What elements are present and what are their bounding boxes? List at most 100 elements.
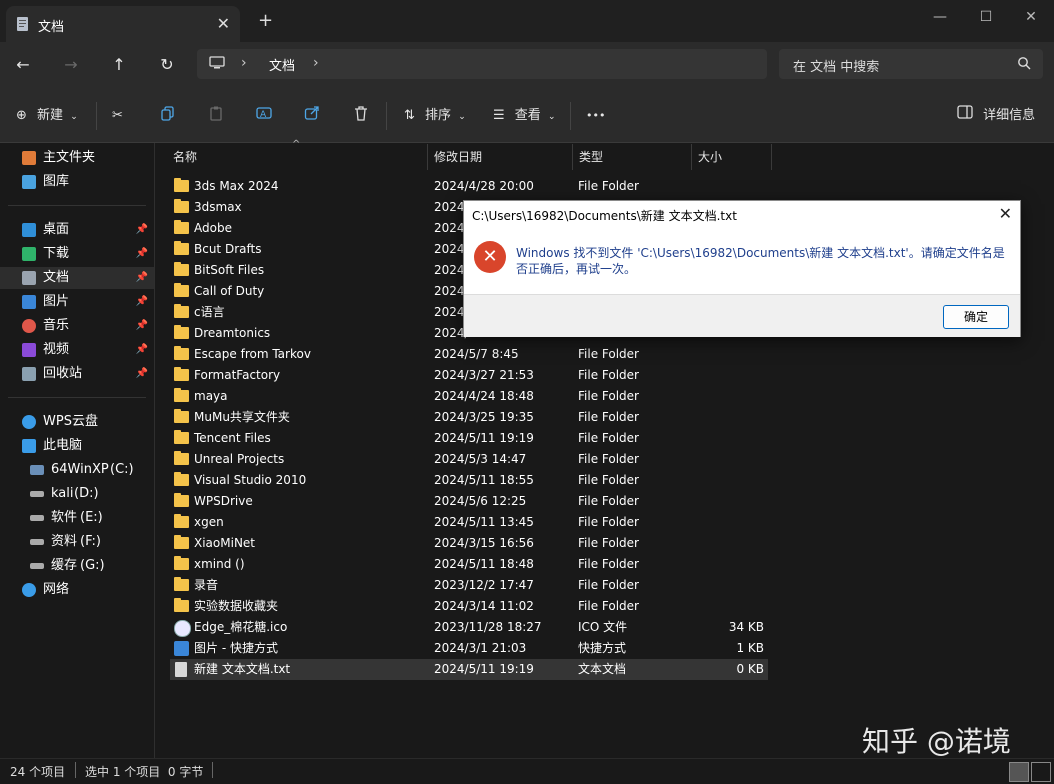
- sidebar-item-this-pc[interactable]: 此电脑: [0, 435, 154, 457]
- file-row[interactable]: 3ds Max 2024 2024/4/28 20:00 File Folder: [170, 176, 768, 197]
- new-tab-button[interactable]: +: [258, 12, 273, 30]
- toolbar-divider: [570, 102, 571, 130]
- file-row[interactable]: maya 2024/4/24 18:48 File Folder: [170, 386, 768, 407]
- file-date: 2024/4/28 20:00: [434, 179, 534, 193]
- back-arrow-icon[interactable]: ←: [10, 52, 36, 78]
- search-box[interactable]: 在 文档 中搜索: [779, 49, 1043, 79]
- file-row[interactable]: WPSDrive 2024/5/6 12:25 File Folder: [170, 491, 768, 512]
- sidebar-item-desktop[interactable]: 桌面 📌: [0, 219, 154, 241]
- window-close-button[interactable]: ✕: [1008, 6, 1054, 28]
- details-pane-button[interactable]: 详细信息: [957, 105, 1035, 127]
- tab-documents[interactable]: 文档 ✕: [6, 6, 240, 42]
- cut-icon[interactable]: ✂: [112, 105, 123, 127]
- file-row[interactable]: Unreal Projects 2024/5/3 14:47 File Folder: [170, 449, 768, 470]
- sidebar-item-wps-cloud[interactable]: WPS云盘: [0, 411, 154, 433]
- recycle-bin-icon: [22, 367, 36, 381]
- file-row[interactable]: Edge_棉花糖.ico 2023/11/28 18:27 ICO 文件 34 KB: [170, 617, 768, 638]
- refresh-icon[interactable]: ↻: [154, 52, 180, 78]
- folder-icon: [174, 304, 189, 318]
- sidebar-item-music[interactable]: 音乐 📌: [0, 315, 154, 337]
- large-icons-view-icon[interactable]: [1031, 762, 1051, 782]
- column-header-size[interactable]: 大小: [698, 146, 722, 168]
- sidebar-item-drive-g[interactable]: 缓存 (G:): [0, 555, 154, 577]
- maximize-button[interactable]: ☐: [963, 6, 1009, 28]
- details-view-icon[interactable]: [1009, 762, 1029, 782]
- sidebar-item-recycle-bin[interactable]: 回收站 📌: [0, 363, 154, 385]
- file-name: Unreal Projects: [194, 452, 285, 466]
- file-row[interactable]: 图片 - 快捷方式 2024/3/1 21:03 快捷方式 1 KB: [170, 638, 768, 659]
- file-name: 3dsmax: [194, 200, 242, 214]
- breadcrumb-documents[interactable]: 文档: [269, 55, 295, 74]
- file-row[interactable]: MuMu共享文件夹 2024/3/25 19:35 File Folder: [170, 407, 768, 428]
- file-name: xgen: [194, 515, 224, 529]
- sidebar-item-home[interactable]: 主文件夹: [0, 147, 154, 169]
- file-name: maya: [194, 389, 228, 403]
- column-divider[interactable]: [427, 144, 428, 170]
- item-count: 24 个项目: [10, 765, 66, 779]
- sidebar-item-drive-e[interactable]: 软件 (E:): [0, 507, 154, 529]
- video-icon: [22, 343, 36, 357]
- toolbar-divider: [386, 102, 387, 130]
- sidebar-item-drive-d[interactable]: kali (D:): [0, 483, 154, 505]
- file-date: 2024/3/25 19:35: [434, 410, 534, 424]
- search-input[interactable]: 在 文档 中搜索: [793, 56, 879, 75]
- file-row[interactable]: 录音 2023/12/2 17:47 File Folder: [170, 575, 768, 596]
- pin-icon: 📌: [135, 320, 148, 331]
- sidebar-item-drive-c[interactable]: 64WinXP (C:): [0, 459, 154, 481]
- share-icon[interactable]: [304, 105, 320, 127]
- file-row[interactable]: Visual Studio 2010 2024/5/11 18:55 File Fo…: [170, 470, 768, 491]
- sidebar-item-pictures[interactable]: 图片 📌: [0, 291, 154, 313]
- file-row[interactable]: XiaoMiNet 2024/3/15 16:56 File Folder: [170, 533, 768, 554]
- column-divider[interactable]: [771, 144, 772, 170]
- address-bar[interactable]: › 文档 ›: [197, 49, 767, 79]
- rename-icon[interactable]: A: [256, 105, 274, 127]
- folder-icon: [174, 325, 189, 339]
- column-header-date[interactable]: 修改日期: [434, 146, 482, 168]
- drive-icon: [30, 491, 44, 497]
- minimize-button[interactable]: —: [917, 6, 963, 28]
- more-options-button[interactable]: •••: [586, 105, 605, 127]
- file-date: 2023/12/2 17:47: [434, 578, 534, 592]
- file-row[interactable]: xgen 2024/5/11 13:45 File Folder: [170, 512, 768, 533]
- sort-button[interactable]: ⇅ 排序 ⌄: [404, 105, 466, 127]
- drive-label: 缓存: [51, 558, 78, 573]
- dialog-message: Windows 找不到文件 'C:\Users\16982\Documents\…: [516, 246, 1005, 276]
- folder-icon: [174, 283, 189, 297]
- pin-icon: 📌: [135, 368, 148, 379]
- pin-icon: 📌: [135, 224, 148, 235]
- file-row[interactable]: 实验数据收藏夹 2024/3/14 11:02 File Folder: [170, 596, 768, 617]
- sidebar-item-drive-f[interactable]: 资料 (F:): [0, 531, 154, 553]
- dialog-close-button[interactable]: ✕: [999, 204, 1012, 223]
- sidebar-item-network[interactable]: 网络: [0, 579, 154, 601]
- drive-label: 资料: [51, 534, 78, 549]
- file-type: File Folder: [578, 452, 639, 466]
- file-row[interactable]: xmind () 2024/5/11 18:48 File Folder: [170, 554, 768, 575]
- file-type: File Folder: [578, 599, 639, 613]
- delete-icon[interactable]: [353, 105, 369, 127]
- new-button[interactable]: ⊕ 新建 ⌄: [16, 105, 78, 127]
- sidebar-item-downloads[interactable]: 下载 📌: [0, 243, 154, 265]
- sidebar-item-videos[interactable]: 视频 📌: [0, 339, 154, 361]
- file-row[interactable]: FormatFactory 2024/3/27 21:53 File Folder: [170, 365, 768, 386]
- breadcrumb-separator-end[interactable]: ›: [313, 55, 319, 71]
- sidebar-item-documents[interactable]: 文档 📌: [0, 267, 154, 289]
- file-type: 快捷方式: [578, 641, 627, 655]
- file-date: 2024/3/15 16:56: [434, 536, 534, 550]
- file-row[interactable]: Escape from Tarkov 2024/5/7 8:45 File Fold…: [170, 344, 768, 365]
- up-arrow-icon[interactable]: ↑: [106, 52, 132, 78]
- paste-icon[interactable]: [208, 105, 224, 127]
- column-divider[interactable]: [691, 144, 692, 170]
- ok-button[interactable]: 确定: [943, 305, 1009, 329]
- column-divider[interactable]: [572, 144, 573, 170]
- view-button[interactable]: ☰ 查看 ⌄: [493, 105, 556, 127]
- sidebar-item-gallery[interactable]: 图库: [0, 171, 154, 193]
- file-row-selected[interactable]: 新建 文本文档.txt 2024/5/11 19:19 文本文档 0 KB: [170, 659, 768, 680]
- folder-icon: [174, 598, 189, 612]
- drive-label: 软件: [51, 510, 78, 525]
- column-header-type[interactable]: 类型: [579, 146, 603, 168]
- file-row[interactable]: Tencent Files 2024/5/11 19:19 File Folder: [170, 428, 768, 449]
- forward-arrow-icon[interactable]: →: [58, 52, 84, 78]
- copy-icon[interactable]: [160, 105, 176, 127]
- column-header-name[interactable]: 名称: [173, 146, 197, 168]
- tab-close-button[interactable]: ✕: [217, 14, 230, 33]
